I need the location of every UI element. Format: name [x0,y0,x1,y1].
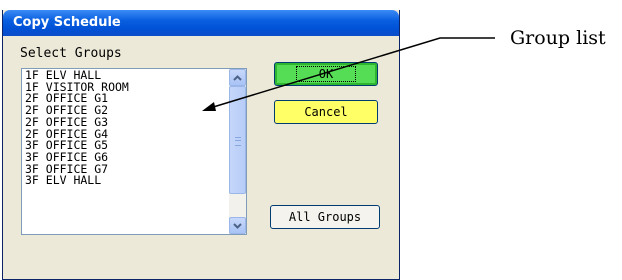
group-list-annotation: Group list [510,27,606,49]
